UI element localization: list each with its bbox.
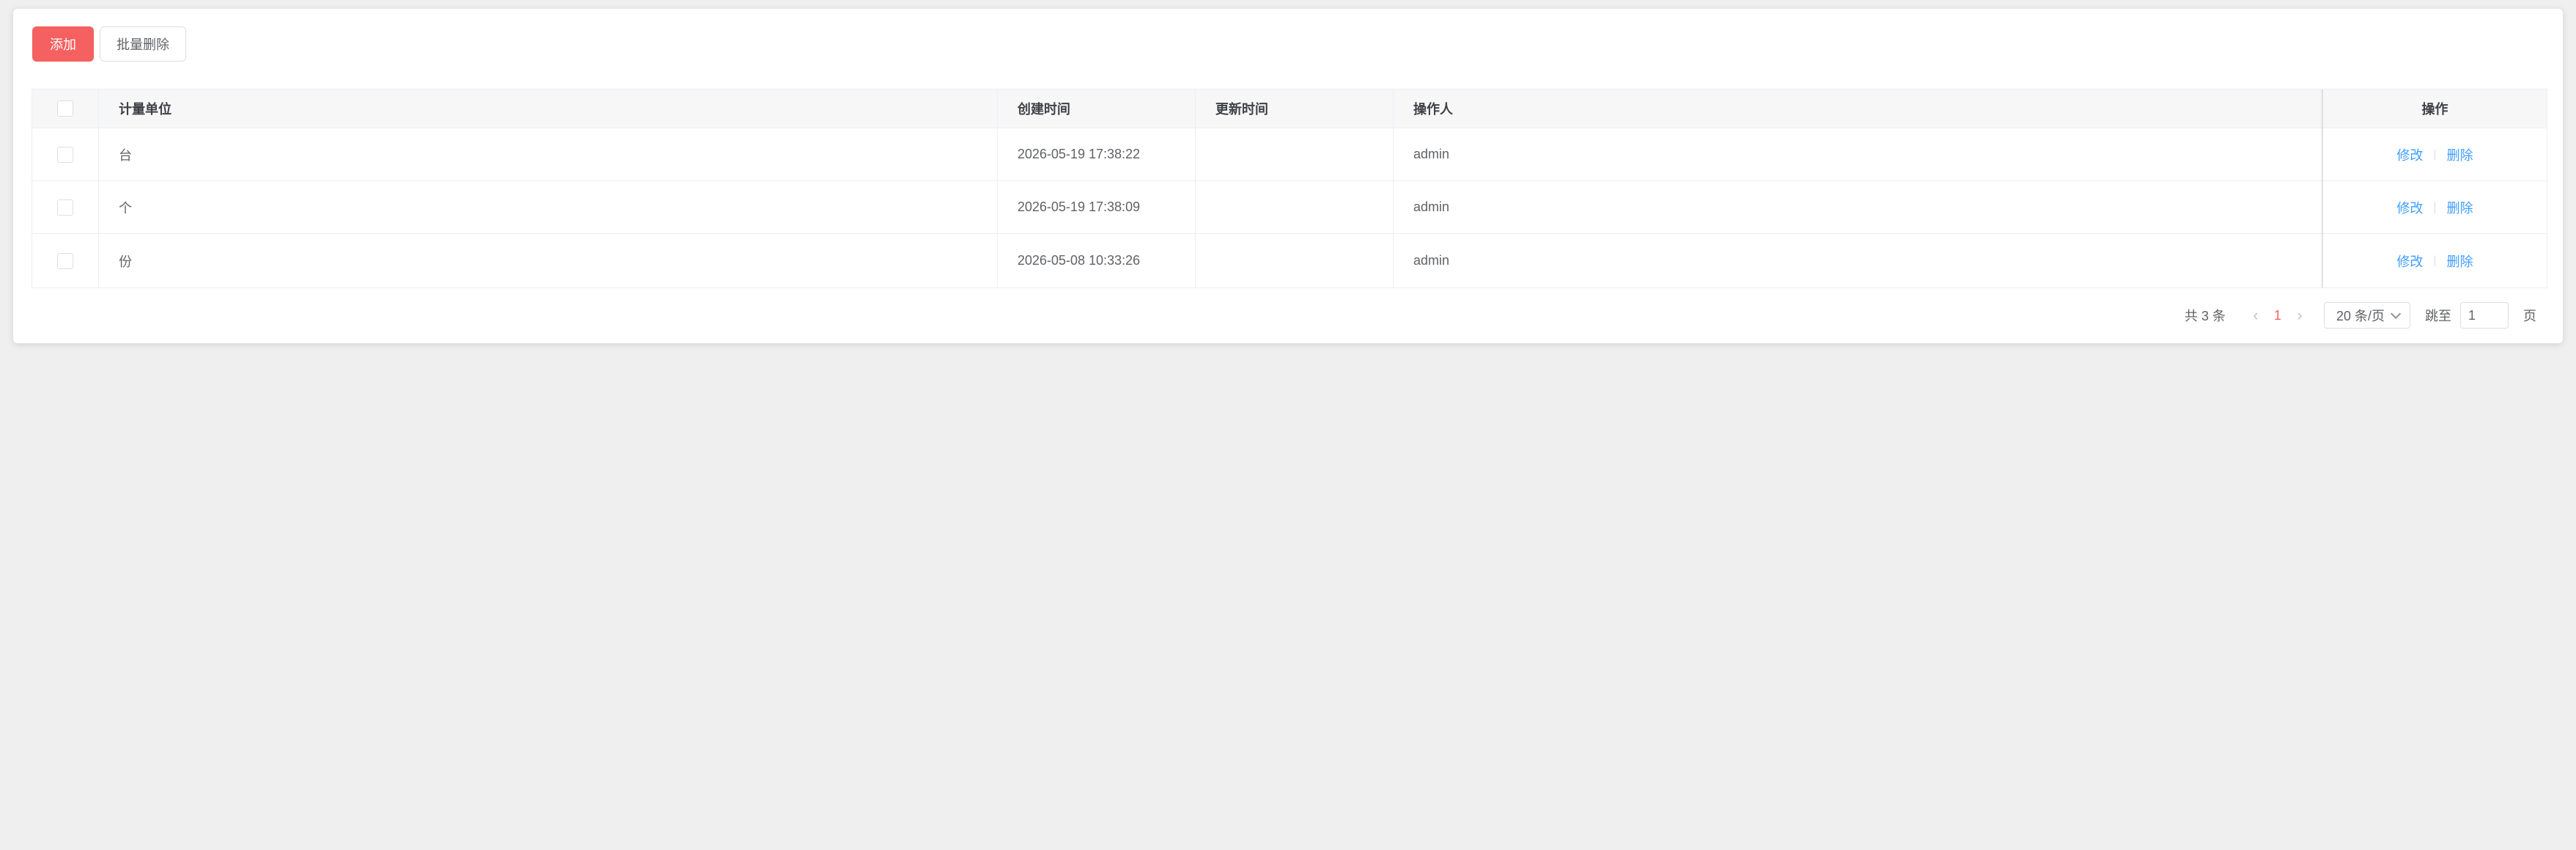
delete-link[interactable]: 删除 [2447,198,2473,217]
delete-link[interactable]: 删除 [2447,252,2473,271]
jump-label: 跳至 [2425,309,2451,323]
operator-cell: admin [1394,128,2323,180]
table-row: 个 2026-05-19 17:38:09 admin 修改 | 删除 [32,181,2547,234]
column-header-operator: 操作人 [1394,89,2323,128]
table-row: 份 2026-05-08 10:33:26 admin 修改 | 删除 [32,234,2547,287]
edit-link[interactable]: 修改 [2396,198,2423,217]
row-check-cell [32,128,99,180]
row-checkbox[interactable] [57,252,73,269]
header-check-cell [32,89,99,128]
created-time-cell: 2026-05-19 17:38:22 [998,128,1196,180]
unit-cell: 份 [99,234,998,287]
action-divider: | [2433,200,2437,213]
row-check-cell [32,181,99,233]
row-checkbox[interactable] [57,146,73,163]
column-header-created: 创建时间 [998,89,1196,128]
pagination-total: 共 3 条 [2184,309,2226,323]
table-header: 计量单位 创建时间 更新时间 操作人 操作 [32,89,2547,128]
operator-cell: admin [1394,181,2323,233]
page-size-select[interactable]: 20 条/页 [2324,302,2410,329]
column-header-updated: 更新时间 [1196,89,1394,128]
batch-delete-button[interactable]: 批量删除 [100,26,186,62]
delete-link[interactable]: 删除 [2447,145,2473,164]
page-number-current[interactable]: 1 [2264,308,2292,323]
chevron-down-icon [2391,308,2402,319]
content-card: 添加 批量删除 计量单位 创建时间 更新时间 操作人 操作 台 2026-05-… [13,9,2563,343]
edit-link[interactable]: 修改 [2396,145,2423,164]
row-check-cell [32,234,99,287]
action-divider: | [2433,254,2437,267]
prev-page-icon[interactable]: ‹ [2248,306,2264,325]
unit-cell: 个 [99,181,998,233]
toolbar: 添加 批量删除 [32,26,186,62]
pagination: 共 3 条 ‹ 1 › 20 条/页 跳至 页 [2185,301,2536,330]
table-row: 台 2026-05-19 17:38:22 admin 修改 | 删除 [32,128,2547,181]
add-button[interactable]: 添加 [32,26,94,62]
action-divider: | [2433,147,2437,161]
updated-time-cell [1196,234,1394,287]
next-page-icon[interactable]: › [2292,306,2308,325]
created-time-cell: 2026-05-08 10:33:26 [998,234,1196,287]
actions-cell: 修改 | 删除 [2323,181,2547,233]
updated-time-cell [1196,128,1394,180]
row-checkbox[interactable] [57,199,73,216]
updated-time-cell [1196,181,1394,233]
actions-cell: 修改 | 删除 [2323,234,2547,287]
created-time-cell: 2026-05-19 17:38:09 [998,181,1196,233]
edit-link[interactable]: 修改 [2396,252,2423,271]
column-header-actions: 操作 [2421,102,2448,117]
fixed-column-shadow [2320,89,2323,287]
page-size-label: 20 条/页 [2336,309,2385,323]
column-header-unit: 计量单位 [99,89,998,128]
operator-cell: admin [1394,234,2323,287]
unit-table: 计量单位 创建时间 更新时间 操作人 操作 台 2026-05-19 17:38… [32,89,2547,288]
jump-suffix: 页 [2523,309,2536,323]
jump-page-input[interactable] [2460,302,2509,329]
actions-cell: 修改 | 删除 [2323,128,2547,180]
unit-cell: 台 [99,128,998,180]
select-all-checkbox[interactable] [57,100,73,117]
